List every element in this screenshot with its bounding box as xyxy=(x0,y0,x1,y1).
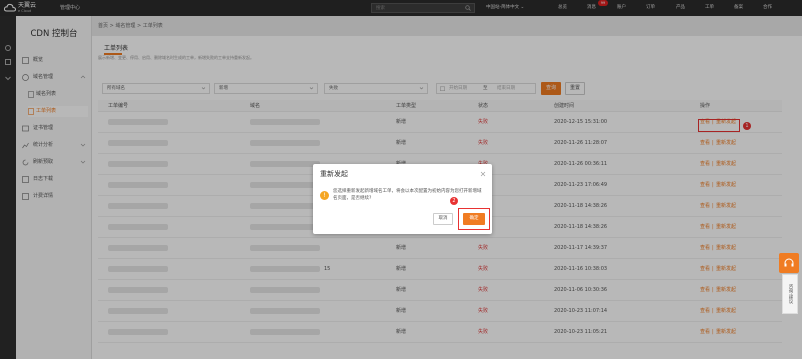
dialog-title: 重新发起 xyxy=(320,170,348,178)
cancel-button[interactable]: 取消 xyxy=(433,213,453,225)
dialog-message: 您选择重新发起新增域名工单，将会以本次配置为初始内容为您打开新增域名页面，是否继… xyxy=(333,189,482,201)
help-float-button[interactable] xyxy=(779,253,799,273)
feedback-tab[interactable]: 咨询·建议 xyxy=(782,274,798,314)
close-icon[interactable] xyxy=(480,171,486,177)
headset-icon xyxy=(784,258,794,267)
step-marker-2: 2 xyxy=(450,197,458,205)
confirm-button[interactable]: 确定 xyxy=(463,213,485,225)
warning-icon: ! xyxy=(320,191,329,200)
